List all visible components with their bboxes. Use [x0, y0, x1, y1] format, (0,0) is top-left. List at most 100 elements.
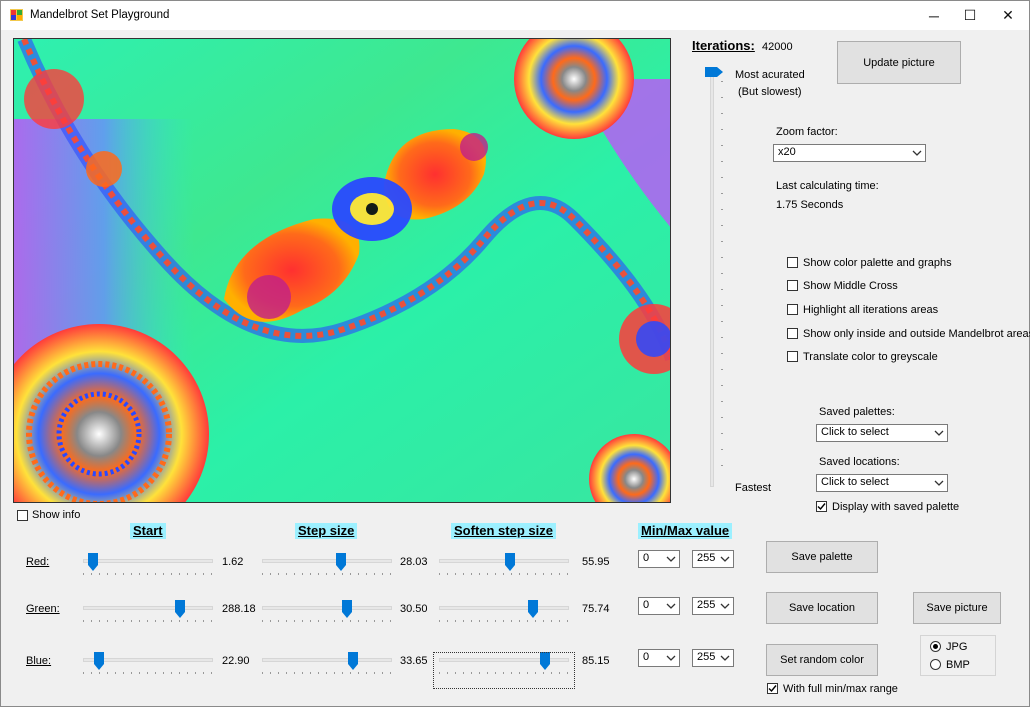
channel-slider-track[interactable] [83, 606, 213, 610]
slider-ticks [262, 573, 391, 575]
show-info-checkbox[interactable] [17, 510, 28, 521]
chevron-down-icon [934, 430, 944, 436]
option-checkbox[interactable] [787, 351, 798, 362]
iterations-slider-thumb[interactable] [705, 67, 723, 77]
channel-slider-thumb[interactable] [88, 553, 98, 571]
channel-start-value: 22.90 [222, 655, 250, 667]
close-button[interactable]: ✕ [985, 1, 1030, 30]
focused-slider-outline [433, 652, 575, 689]
zoom-label: Zoom factor: [776, 126, 838, 138]
channel-slider-track[interactable] [439, 606, 569, 610]
channel-slider-thumb[interactable] [342, 600, 352, 618]
title-bar: Mandelbrot Set Playground ─ ☐ ✕ [1, 1, 1029, 30]
slider-ticks [83, 573, 212, 575]
minmax-header: Min/Max value [638, 523, 733, 539]
jpg-label: JPG [946, 641, 968, 653]
chevron-down-icon [720, 603, 730, 609]
main-window: Mandelbrot Set Playground ─ ☐ ✕ Iteratio… [0, 0, 1030, 707]
chevron-down-icon [666, 556, 676, 562]
channel-slider-thumb[interactable] [94, 652, 104, 670]
channel-max-select[interactable]: 255 [692, 597, 734, 615]
channel-soften-value: 55.95 [582, 556, 610, 568]
iterations-slider-track[interactable] [710, 71, 714, 487]
show-info-label: Show info [32, 509, 81, 521]
channel-min-select[interactable]: 0 [638, 649, 680, 667]
soften-step-header: Soften step size [451, 523, 556, 539]
channel-label: Green: [26, 603, 60, 615]
full-range-label: With full min/max range [783, 683, 898, 695]
zoom-select[interactable]: x20 [773, 144, 926, 162]
channel-start-value: 288.18 [222, 603, 256, 615]
chevron-down-icon [720, 556, 730, 562]
slider-ticks [439, 573, 568, 575]
saved-palettes-value: Click to select [821, 426, 889, 438]
app-icon [10, 9, 23, 21]
saved-locations-label: Saved locations: [819, 456, 900, 468]
slider-ticks [83, 620, 212, 622]
option-label: Translate color to greyscale [803, 351, 938, 363]
channel-slider-track[interactable] [262, 658, 392, 662]
channel-step-value: 30.50 [400, 603, 428, 615]
bmp-label: BMP [946, 659, 970, 671]
option-label: Show color palette and graphs [803, 257, 952, 269]
calc-time-value: 1.75 Seconds [776, 199, 844, 211]
channel-max-select[interactable]: 255 [692, 649, 734, 667]
display-saved-palette-label: Display with saved palette [832, 501, 960, 513]
channel-slider-thumb[interactable] [336, 553, 346, 571]
calc-time-label: Last calculating time: [776, 180, 879, 192]
option-label: Show Middle Cross [803, 280, 898, 292]
channel-min-select[interactable]: 0 [638, 597, 680, 615]
option-checkbox[interactable] [787, 304, 798, 315]
channel-min-select[interactable]: 0 [638, 550, 680, 568]
channel-slider-thumb[interactable] [505, 553, 515, 571]
channel-slider-track[interactable] [262, 559, 392, 563]
check-icon [768, 685, 777, 693]
display-saved-palette-checkbox[interactable] [816, 501, 827, 512]
channel-slider-track[interactable] [262, 606, 392, 610]
saved-palettes-label: Saved palettes: [819, 406, 895, 418]
channel-min-value: 0 [643, 552, 650, 564]
save-palette-button[interactable]: Save palette [766, 541, 878, 573]
channel-max-value: 255 [697, 599, 716, 611]
random-color-button[interactable]: Set random color [766, 644, 878, 676]
step-size-header: Step size [295, 523, 358, 539]
channel-slider-track[interactable] [83, 559, 213, 563]
option-checkbox[interactable] [787, 328, 798, 339]
option-checkbox[interactable] [787, 257, 798, 268]
radio-dot-icon [933, 644, 938, 649]
fractal-image[interactable] [14, 39, 671, 503]
jpg-radio[interactable] [930, 641, 941, 652]
channel-max-value: 255 [697, 552, 716, 564]
saved-locations-value: Click to select [821, 476, 889, 488]
check-icon [817, 503, 826, 511]
channel-max-value: 255 [697, 651, 716, 663]
channel-slider-thumb[interactable] [348, 652, 358, 670]
channel-step-value: 28.03 [400, 556, 428, 568]
option-checkbox[interactable] [787, 280, 798, 291]
channel-slider-thumb[interactable] [175, 600, 185, 618]
saved-palettes-select[interactable]: Click to select [816, 424, 948, 442]
save-location-button[interactable]: Save location [766, 592, 878, 624]
channel-soften-value: 85.15 [582, 655, 610, 667]
update-picture-button[interactable]: Update picture [837, 41, 961, 84]
channel-slider-track[interactable] [439, 559, 569, 563]
option-label: Highlight all iterations areas [803, 304, 939, 316]
slider-ticks [262, 672, 391, 674]
channel-max-select[interactable]: 255 [692, 550, 734, 568]
slider-ticks [262, 620, 391, 622]
save-picture-button[interactable]: Save picture [913, 592, 1001, 624]
fractal-canvas[interactable] [13, 38, 671, 503]
chevron-down-icon [720, 655, 730, 661]
channel-min-value: 0 [643, 599, 650, 611]
saved-locations-select[interactable]: Click to select [816, 474, 948, 492]
window-title: Mandelbrot Set Playground [30, 9, 170, 21]
iterations-slider-ticks [721, 81, 723, 466]
chevron-down-icon [666, 603, 676, 609]
zoom-select-value: x20 [778, 146, 796, 158]
channel-start-value: 1.62 [222, 556, 244, 568]
channel-slider-thumb[interactable] [528, 600, 538, 618]
full-range-checkbox[interactable] [767, 683, 778, 694]
slider-ticks [83, 672, 212, 674]
bmp-radio[interactable] [930, 659, 941, 670]
channel-label: Red: [26, 556, 50, 568]
